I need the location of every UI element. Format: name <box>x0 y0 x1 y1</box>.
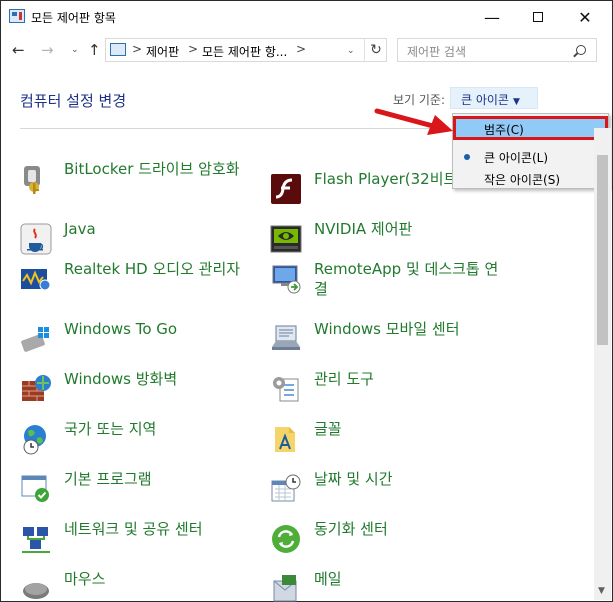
item-mobility-center[interactable]: Windows 모바일 센터 <box>270 319 510 365</box>
search-icon[interactable] <box>576 45 586 55</box>
item-windows-firewall[interactable]: Windows 방화벽 <box>20 369 255 415</box>
item-fonts[interactable]: 글꼴 <box>270 419 510 465</box>
item-label: 기본 프로그램 <box>64 470 152 488</box>
close-button[interactable]: ✕ <box>562 1 608 33</box>
item-region[interactable]: 국가 또는 지역 <box>20 419 255 465</box>
page-title: 컴퓨터 설정 변경 <box>20 92 127 110</box>
item-default-programs[interactable]: 기본 프로그램 <box>20 469 255 515</box>
sync-center-icon <box>272 525 300 553</box>
back-arrow-icon[interactable]: ← <box>12 41 25 59</box>
mobility-center-icon <box>272 325 300 350</box>
mail-icon <box>273 575 297 602</box>
recent-locations-icon[interactable]: ⌄ <box>71 45 79 55</box>
windows-to-go-icon <box>21 327 49 352</box>
item-label: 날짜 및 시간 <box>314 470 393 488</box>
item-label: 마우스 <box>64 570 106 588</box>
maximize-icon <box>533 12 543 22</box>
item-remoteapp[interactable]: RemoteApp 및 데스크톱 연결 <box>270 259 510 305</box>
item-sync-center[interactable]: 동기화 센터 <box>270 519 510 565</box>
java-icon <box>20 223 52 255</box>
item-windows-to-go[interactable]: Windows To Go <box>20 319 255 365</box>
firewall-icon <box>22 375 51 401</box>
flash-icon <box>271 174 301 204</box>
nvidia-icon <box>270 225 302 253</box>
item-label: 동기화 센터 <box>314 520 388 538</box>
header-divider <box>20 128 430 129</box>
item-label: Windows 방화벽 <box>64 370 178 388</box>
maximize-button[interactable] <box>515 1 561 33</box>
item-network-sharing[interactable]: 네트워크 및 공유 센터 <box>20 519 255 565</box>
address-dropdown-icon[interactable]: ⌄ <box>347 46 355 56</box>
breadcrumb-separator: > <box>132 42 143 56</box>
breadcrumb-separator: > <box>188 42 199 56</box>
item-label: 관리 도구 <box>314 370 374 388</box>
item-label: Java <box>64 220 96 238</box>
menu-item-category[interactable]: 범주(C) <box>453 116 608 140</box>
mouse-icon <box>23 583 49 599</box>
realtek-audio-icon <box>21 269 51 291</box>
item-date-time[interactable]: 날짜 및 시간 <box>270 469 510 515</box>
window-title: 모든 제어판 항목 <box>31 11 116 25</box>
breadcrumb-separator: > <box>296 42 307 56</box>
search-placeholder: 제어판 검색 <box>407 45 467 59</box>
breadcrumb-all-items[interactable]: 모든 제어판 항... <box>202 43 287 60</box>
title-bar: 모든 제어판 항목 — ✕ <box>1 1 612 33</box>
item-label: Windows 모바일 센터 <box>314 320 460 338</box>
scroll-thumb[interactable] <box>597 155 608 345</box>
annotation-arrow-icon <box>374 108 453 135</box>
scroll-down-arrow-icon[interactable]: ▼ <box>598 586 605 596</box>
dropdown-caret-icon: ▼ <box>512 97 520 107</box>
region-icon <box>23 425 46 455</box>
item-mouse[interactable]: 마우스 <box>20 569 255 602</box>
bitlocker-icon <box>24 166 40 194</box>
vertical-scrollbar[interactable]: ▼ <box>594 128 611 600</box>
menu-item-label: 큰 아이콘(L) <box>484 151 549 165</box>
menu-item-small-icons[interactable]: 작은 아이콘(S) <box>453 166 608 190</box>
menu-item-large-icons[interactable]: 큰 아이콘(L) <box>453 144 608 168</box>
control-panel-icon <box>9 9 25 23</box>
view-by-value: 큰 아이콘 <box>461 93 509 107</box>
view-by-dropdown[interactable]: 큰 아이콘 ▼ <box>450 87 538 109</box>
refresh-icon[interactable]: ↻ <box>364 39 387 61</box>
search-box[interactable]: 제어판 검색 <box>397 38 597 62</box>
item-bitlocker[interactable]: BitLocker 드라이브 암호화 <box>20 159 255 205</box>
item-mail[interactable]: 메일 <box>270 569 510 602</box>
fonts-icon <box>275 427 295 452</box>
up-arrow-icon[interactable]: ↑ <box>88 41 101 59</box>
item-label: RemoteApp 및 데스크톱 연결 <box>314 260 499 298</box>
item-label: BitLocker 드라이브 암호화 <box>64 160 240 178</box>
item-label: 메일 <box>314 570 342 588</box>
item-realtek-audio[interactable]: Realtek HD 오디오 관리자 <box>20 259 255 305</box>
address-bar[interactable]: > 제어판 > 모든 제어판 항... > ⌄ ↻ <box>105 38 387 62</box>
breadcrumb-control-panel[interactable]: 제어판 <box>146 43 179 60</box>
forward-arrow-icon[interactable]: → <box>41 41 54 59</box>
control-panel-small-icon <box>110 43 126 56</box>
item-label: NVIDIA 제어판 <box>314 220 413 238</box>
navigation-bar: ← → ⌄ ↑ > 제어판 > 모든 제어판 항... > ⌄ ↻ 제어판 검색 <box>1 33 612 67</box>
item-label: 국가 또는 지역 <box>64 420 157 438</box>
view-by-menu: 범주(C) 큰 아이콘(L) 작은 아이콘(S) <box>452 113 609 189</box>
item-label: 글꼴 <box>314 420 342 438</box>
date-time-icon <box>271 474 301 502</box>
item-label: 네트워크 및 공유 센터 <box>64 520 203 538</box>
minimize-button[interactable]: — <box>469 1 515 33</box>
selected-bullet-icon <box>464 154 470 160</box>
item-admin-tools[interactable]: 관리 도구 <box>270 369 510 415</box>
control-panel-window: 모든 제어판 항목 — ✕ ← → ⌄ ↑ > 제어판 > 모든 제어판 항..… <box>0 0 613 602</box>
default-programs-icon <box>21 475 49 502</box>
network-icon <box>22 527 50 553</box>
admin-tools-icon <box>273 377 299 402</box>
remoteapp-icon <box>272 265 301 294</box>
item-label: Realtek HD 오디오 관리자 <box>64 260 241 278</box>
item-label: Windows To Go <box>64 320 178 338</box>
